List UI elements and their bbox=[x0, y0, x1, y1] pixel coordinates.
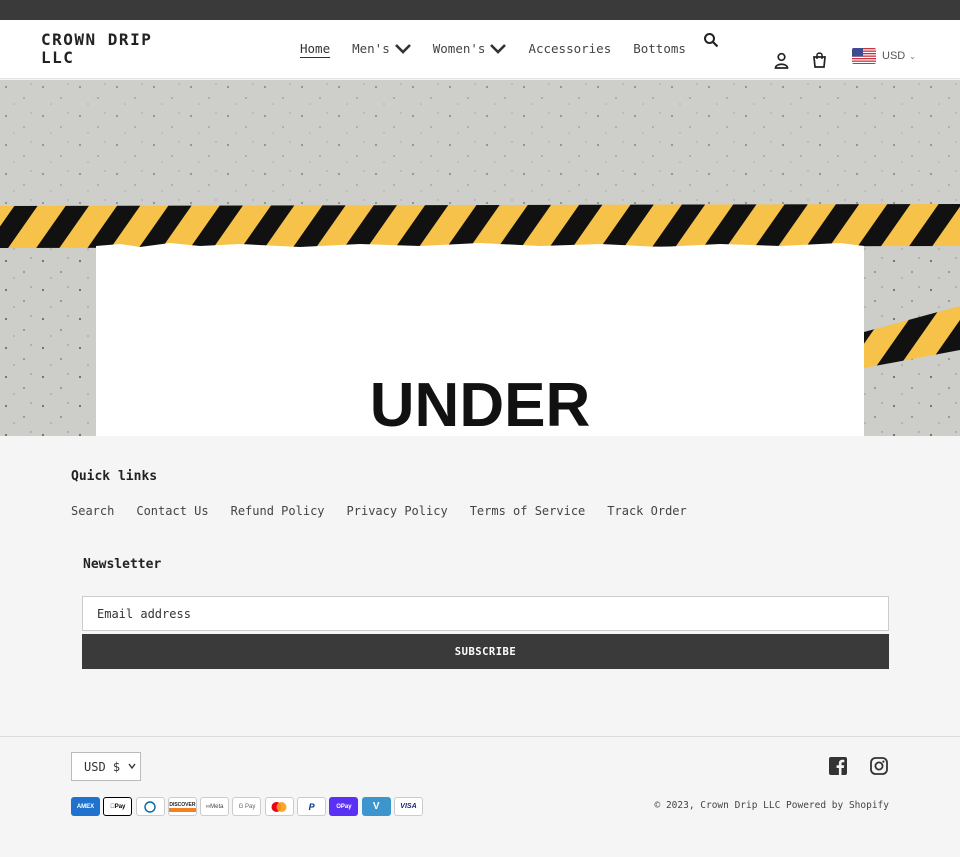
site-header: CROWN DRIP LLC Home Men's Women's Access… bbox=[0, 20, 960, 79]
newsletter-title: Newsletter bbox=[83, 557, 162, 572]
chevron-down-icon bbox=[490, 43, 507, 54]
chevron-down-icon bbox=[128, 763, 136, 770]
nav-item-mens[interactable]: Men's bbox=[352, 41, 411, 56]
footer-currency-select[interactable]: USD $ bbox=[71, 752, 141, 781]
nav-item-womens[interactable]: Women's bbox=[433, 41, 507, 56]
us-flag-icon bbox=[852, 48, 876, 64]
apple-pay-icon: Pay bbox=[103, 797, 133, 816]
footer-link-terms[interactable]: Terms of Service bbox=[470, 504, 586, 518]
meta-pay-icon: ∞Meta bbox=[200, 797, 230, 816]
copyright-text: © 2023, Crown Drip LLC Powered by Shopif… bbox=[654, 800, 890, 811]
diners-club-icon bbox=[135, 797, 165, 816]
hero-banner: UNDER bbox=[0, 80, 960, 436]
email-field[interactable] bbox=[82, 596, 889, 631]
announcement-bar bbox=[0, 0, 960, 20]
footer-link-track-order[interactable]: Track Order bbox=[607, 504, 686, 518]
store-logo[interactable]: CROWN DRIP LLC bbox=[41, 31, 171, 67]
shop-pay-icon: OPay bbox=[329, 797, 359, 816]
footer-links: Search Contact Us Refund Policy Privacy … bbox=[71, 504, 709, 518]
nav-item-accessories[interactable]: Accessories bbox=[528, 41, 611, 56]
footer-link-search[interactable]: Search bbox=[71, 504, 114, 518]
subscribe-button[interactable]: SUBSCRIBE bbox=[82, 634, 889, 669]
footer-divider bbox=[0, 736, 960, 737]
facebook-icon[interactable] bbox=[829, 757, 847, 775]
hero-heading: UNDER bbox=[369, 371, 591, 436]
footer-link-refund[interactable]: Refund Policy bbox=[231, 504, 325, 518]
account-icon[interactable] bbox=[773, 52, 790, 69]
chevron-down-icon bbox=[394, 43, 411, 54]
payment-icons: AMEX Pay DISCOVER ∞Meta G Pay P OPay V … bbox=[71, 797, 426, 816]
currency-selector[interactable]: USD ⌄ bbox=[852, 48, 916, 64]
nav-item-home[interactable]: Home bbox=[300, 41, 330, 56]
cart-icon[interactable] bbox=[811, 51, 828, 68]
google-pay-icon: G Pay bbox=[232, 797, 262, 816]
mastercard-icon bbox=[264, 797, 294, 816]
chevron-down-icon: ⌄ bbox=[909, 51, 916, 61]
instagram-icon[interactable] bbox=[870, 757, 888, 775]
amex-icon: AMEX bbox=[71, 797, 100, 816]
paypal-icon: P bbox=[297, 797, 327, 816]
search-icon[interactable] bbox=[703, 32, 719, 48]
visa-icon: VISA bbox=[393, 797, 423, 816]
footer-link-contact[interactable]: Contact Us bbox=[136, 504, 208, 518]
nav-item-bottoms[interactable]: Bottoms bbox=[633, 41, 686, 56]
main-nav: Home Men's Women's Accessories Bottoms bbox=[300, 41, 708, 56]
venmo-icon: V bbox=[361, 797, 391, 816]
quick-links-title: Quick links bbox=[71, 469, 158, 484]
discover-icon: DISCOVER bbox=[167, 797, 197, 816]
footer-link-privacy[interactable]: Privacy Policy bbox=[347, 504, 448, 518]
